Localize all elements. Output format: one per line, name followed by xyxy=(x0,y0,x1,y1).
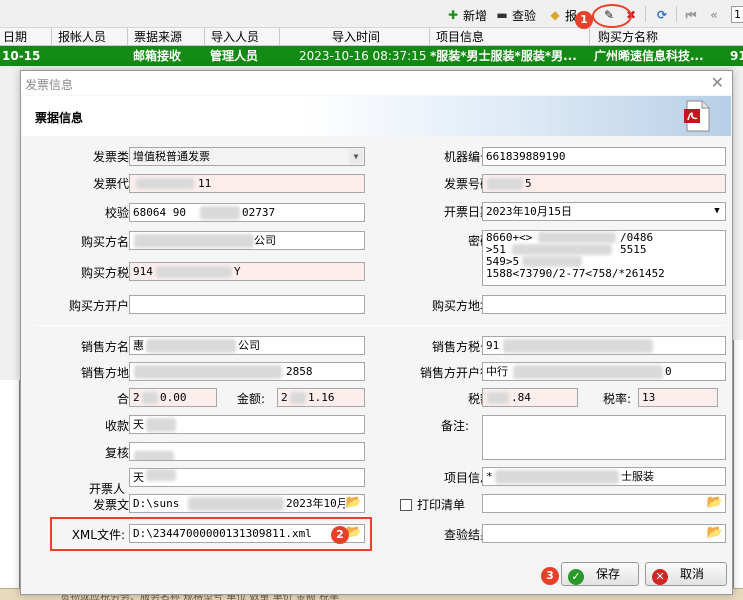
report-button[interactable]: ◆ 报 xyxy=(548,6,577,24)
machine-no-field[interactable]: 661839889190 xyxy=(482,147,726,166)
column-header-buyer[interactable]: 购买方名称 xyxy=(590,28,743,46)
column-header-source[interactable]: 票据来源 xyxy=(128,28,205,46)
seller-bank-field[interactable]: 中行 0 xyxy=(482,362,726,381)
folder-open-icon[interactable]: 📂 xyxy=(706,495,724,511)
invoice-date-label: 开票日期: xyxy=(443,205,496,219)
print-list-label: 打印清单 xyxy=(417,498,466,512)
buyer-bank-field[interactable] xyxy=(129,295,365,314)
annotation-badge-3: 3 xyxy=(541,567,559,585)
toolbar-separator xyxy=(676,6,677,22)
prev-page-icon: « xyxy=(710,8,718,22)
close-icon[interactable]: ✕ xyxy=(711,73,724,92)
buyer-tax-field[interactable]: 914 Y xyxy=(129,262,365,281)
cancel-button[interactable]: ✕ 取消 xyxy=(645,562,727,586)
invoice-date-picker[interactable]: 2023年10月15日 ▼ xyxy=(482,202,726,221)
seller-name-field[interactable]: 惠 公司 xyxy=(129,336,365,355)
amount-label: 金额: xyxy=(236,392,265,406)
amount-field[interactable]: 2 1.16 xyxy=(277,388,365,407)
seller-address-field[interactable]: 2858 xyxy=(129,362,365,381)
dialog-title: 发票信息 xyxy=(25,78,74,92)
password-label: 密码: xyxy=(391,232,496,250)
checkmark-icon: ✓ xyxy=(568,569,584,585)
column-header-import-time[interactable]: 导入时间 xyxy=(280,28,430,46)
row-import-time: 2023-10-16 08:37:15 xyxy=(299,49,427,63)
machine-no-label: 机器编号: xyxy=(443,150,496,164)
seller-tax-label: 销售方税号: xyxy=(431,340,496,354)
plus-icon: ✚ xyxy=(447,8,459,22)
add-button[interactable]: ✚ 新增 xyxy=(446,6,487,24)
check-result-field[interactable]: 📂 xyxy=(482,524,726,543)
annotation-box xyxy=(50,517,372,551)
annotation-badge-1: 1 xyxy=(575,11,593,29)
seller-tax-field[interactable]: 91 xyxy=(482,336,726,355)
tax-rate-label: 税率: xyxy=(602,392,631,406)
background-panel-right xyxy=(733,340,743,600)
total-field[interactable]: 2 0.00 xyxy=(129,388,217,407)
check-result-label: 查验结果: xyxy=(443,528,496,542)
buyer-address-field[interactable] xyxy=(482,295,726,314)
invoice-no-field[interactable]: 5 xyxy=(482,174,726,193)
folder-open-icon[interactable]: 📂 xyxy=(706,525,724,541)
check-code-field[interactable]: 68064 90 02737 xyxy=(129,203,365,222)
dropdown-arrow-icon[interactable]: ▼ xyxy=(710,204,724,219)
section-divider xyxy=(35,325,725,326)
toolbar-separator xyxy=(645,6,646,22)
project-info-label: 项目信息: xyxy=(443,471,496,485)
save-button[interactable]: ✓ 保存 xyxy=(561,562,639,586)
scanner-icon: ▬ xyxy=(496,8,508,22)
folder-open-icon[interactable]: 📂 xyxy=(345,495,363,511)
refresh-button[interactable]: ⟳ xyxy=(655,6,669,24)
annotation-circle xyxy=(592,4,632,28)
remark-label: 备注: xyxy=(440,419,469,433)
cancel-icon: ✕ xyxy=(652,569,668,585)
page-number-input[interactable]: 1 xyxy=(731,6,743,23)
row-tail: 91 xyxy=(730,49,743,63)
payee-field[interactable]: 天 xyxy=(129,415,365,434)
row-importer: 管理人员 xyxy=(210,49,259,63)
tag-icon: ◆ xyxy=(550,8,560,22)
project-info-field[interactable]: * 士服装 xyxy=(482,467,726,486)
tax-label: 税额: xyxy=(391,390,496,408)
pdf-icon xyxy=(684,100,710,132)
password-textarea[interactable]: 8660+<>/0486 >51 5515 549>5 1588<73790/2-… xyxy=(482,230,726,286)
first-page-icon: ⏮ xyxy=(685,8,697,22)
invoice-type-select[interactable]: 增值税普通发票 ▼ xyxy=(129,147,365,166)
column-header-reporter[interactable]: 报帐人员 xyxy=(52,28,128,46)
remark-textarea[interactable] xyxy=(482,415,726,460)
grid-header: 日期 报帐人员 票据来源 导入人员 导入时间 项目信息 购买方名称 xyxy=(0,28,743,46)
issuer-field[interactable]: 天 xyxy=(129,468,365,487)
tax-rate-field[interactable]: 13 xyxy=(638,388,718,407)
column-header-importer[interactable]: 导入人员 xyxy=(205,28,280,46)
buyer-address-label: 购买方地址: xyxy=(431,299,496,313)
prev-page-button[interactable]: « xyxy=(707,6,721,24)
dialog-banner: 票据信息 xyxy=(22,96,731,136)
print-list-checkbox[interactable] xyxy=(400,499,412,511)
dialog-titlebar: 发票信息 ✕ xyxy=(21,71,732,95)
first-page-button[interactable]: ⏮ xyxy=(684,6,698,24)
column-header-date[interactable]: 日期 xyxy=(0,28,52,46)
invoice-code-field[interactable]: 11 xyxy=(129,174,365,193)
background-panel-left xyxy=(0,380,20,600)
refresh-icon: ⟳ xyxy=(656,8,668,22)
dropdown-arrow-icon[interactable]: ▼ xyxy=(349,149,363,164)
section-title: 票据信息 xyxy=(35,111,84,125)
print-list-field[interactable]: 📂 xyxy=(482,494,726,513)
row-buyer: 广州晞速信息科技... xyxy=(594,49,704,63)
row-date: 10-15 xyxy=(2,49,41,63)
annotation-badge-2: 2 xyxy=(331,526,349,544)
tax-field[interactable]: .84 xyxy=(482,388,578,407)
reviewer-field[interactable] xyxy=(129,442,365,461)
buyer-name-field[interactable]: 公司 xyxy=(129,231,365,250)
row-source: 邮箱接收 xyxy=(133,49,182,63)
seller-bank-label: 销售方开户行: xyxy=(419,366,496,380)
column-header-project[interactable]: 项目信息 xyxy=(430,28,590,46)
check-button[interactable]: ▬ 查验 xyxy=(495,6,536,24)
table-row[interactable]: 10-15 邮箱接收 管理人员 2023-10-16 08:37:15 *服装*… xyxy=(0,46,743,66)
invoice-file-field[interactable]: D:\suns 2023年10月 📂 xyxy=(129,494,365,513)
invoice-no-label: 发票号码: xyxy=(443,177,496,191)
row-project: *服装*男士服装*服装*男... xyxy=(430,49,577,63)
